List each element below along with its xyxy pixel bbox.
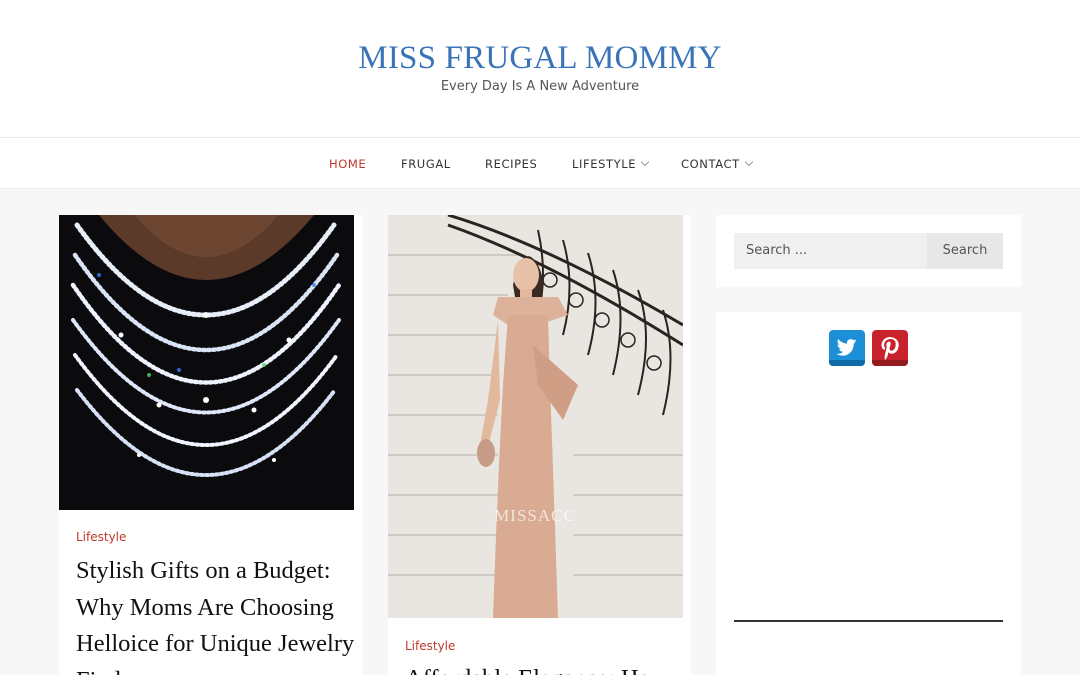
post-title-line: Finds [76, 663, 362, 675]
search-input[interactable]: Search ... [734, 233, 927, 269]
post-thumbnail[interactable]: MISSACC [388, 215, 683, 618]
post-title[interactable]: Stylish Gifts on a Budget: Why Moms Are … [76, 553, 362, 675]
twitter-icon[interactable] [829, 330, 865, 366]
nav-item-label: HOME [329, 157, 367, 171]
site-header: MISS FRUGAL MOMMY Every Day Is A New Adv… [0, 0, 1080, 137]
nav-item-frugal[interactable]: FRUGAL [401, 138, 451, 190]
nav-item-recipes[interactable]: RECIPES [485, 138, 537, 190]
nav-item-lifestyle[interactable]: LIFESTYLE [572, 138, 650, 190]
post-category[interactable]: Lifestyle [405, 639, 455, 653]
nav-item-label: CONTACT [681, 157, 740, 171]
nav-item-label: RECIPES [485, 157, 538, 171]
main-navigation: HOME FRUGAL RECIPES LIFESTYLE CONTACT [0, 137, 1080, 189]
search-widget: Search ... Search [716, 215, 1021, 287]
site-title[interactable]: MISS FRUGAL MOMMY [0, 40, 1080, 77]
post-card: Lifestyle Stylish Gifts on a Budget: Why… [59, 215, 362, 675]
nav-item-contact[interactable]: CONTACT [681, 138, 753, 190]
nav-item-home[interactable]: HOME [329, 138, 366, 190]
chevron-down-icon [744, 157, 753, 167]
nav-item-label: LIFESTYLE [572, 157, 637, 171]
post-title-line: Why Moms Are Choosing [76, 593, 334, 621]
post-thumbnail[interactable] [59, 215, 354, 510]
pinterest-icon[interactable] [872, 330, 908, 366]
site-tagline: Every Day Is A New Adventure [440, 79, 640, 94]
post-card: MISSACC Lifestyle Affordable Elegance: H… [388, 215, 691, 675]
post-title-line: Stylish Gifts on a Budget: [76, 557, 331, 584]
watermark-text: MISSACC [494, 506, 576, 525]
search-button[interactable]: Search [927, 233, 1003, 269]
post-title[interactable]: Affordable Elegance: How [405, 661, 691, 675]
post-title-line: Helloice for Unique Jewelry [76, 630, 355, 657]
social-widget [716, 312, 1021, 675]
nav-item-label: FRUGAL [401, 157, 451, 171]
post-title-line: Affordable Elegance: How [405, 661, 691, 675]
widget-divider [734, 620, 1003, 622]
chevron-down-icon [640, 157, 650, 167]
post-category[interactable]: Lifestyle [76, 530, 126, 544]
